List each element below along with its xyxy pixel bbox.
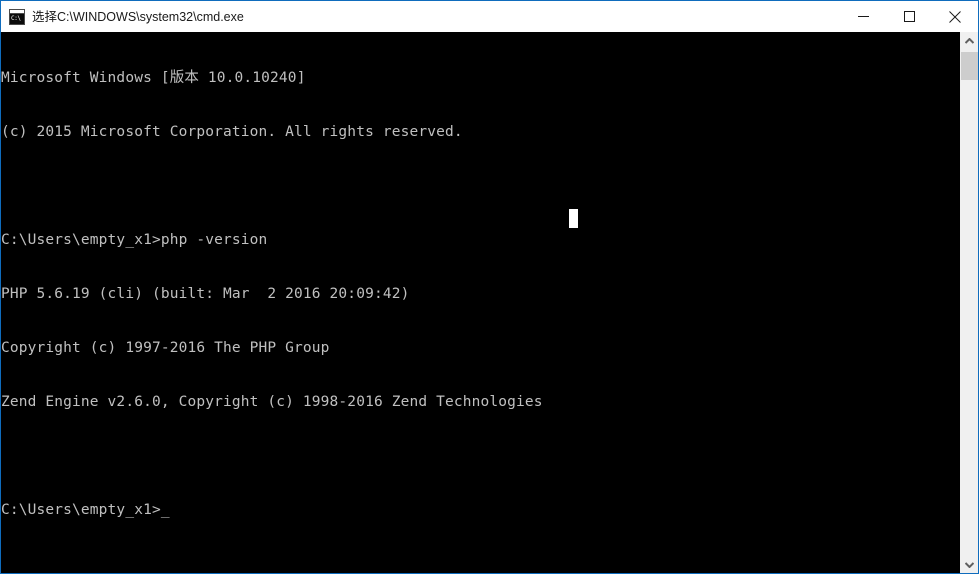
console-prompt-line: C:\Users\empty_x1>_ bbox=[1, 502, 170, 518]
scroll-down-button[interactable] bbox=[961, 556, 978, 573]
minimize-button[interactable] bbox=[840, 1, 886, 32]
console-scrollbar[interactable] bbox=[960, 32, 978, 573]
console-output[interactable]: Microsoft Windows [版本 10.0.10240] (c) 20… bbox=[1, 32, 960, 573]
cmd-exe-icon: C:\ bbox=[9, 8, 25, 25]
window-title: 选择C:\WINDOWS\system32\cmd.exe bbox=[32, 9, 244, 24]
console-line-command: C:\Users\empty_x1>php -version bbox=[1, 232, 268, 248]
scrollbar-track[interactable] bbox=[961, 49, 978, 556]
scrollbar-thumb[interactable] bbox=[961, 52, 978, 80]
close-icon bbox=[949, 10, 961, 23]
maximize-button[interactable] bbox=[886, 1, 932, 32]
chevron-down-icon bbox=[965, 561, 974, 568]
console-line: (c) 2015 Microsoft Corporation. All righ… bbox=[1, 124, 463, 140]
console-text: Microsoft Windows [版本 10.0.10240] (c) 20… bbox=[1, 33, 960, 555]
scroll-up-button[interactable] bbox=[961, 32, 978, 49]
chevron-up-icon bbox=[965, 37, 974, 44]
title-bar[interactable]: C:\ 选择C:\WINDOWS\system32\cmd.exe bbox=[1, 1, 978, 32]
console-line: Copyright (c) 1997-2016 The PHP Group bbox=[1, 340, 330, 356]
console-block-cursor bbox=[569, 209, 578, 228]
minimize-icon bbox=[857, 16, 869, 17]
window-controls bbox=[840, 1, 978, 32]
cmd-icon-prompt: C:\ bbox=[10, 13, 24, 24]
console-line: PHP 5.6.19 (cli) (built: Mar 2 2016 20:0… bbox=[1, 286, 410, 302]
cmd-window: C:\ 选择C:\WINDOWS\system32\cmd.exe Micros… bbox=[0, 0, 979, 574]
maximize-icon bbox=[903, 11, 915, 22]
close-button[interactable] bbox=[932, 1, 978, 32]
console-line: Zend Engine v2.6.0, Copyright (c) 1998-2… bbox=[1, 394, 543, 410]
console-area: Microsoft Windows [版本 10.0.10240] (c) 20… bbox=[1, 32, 978, 573]
title-bar-left: C:\ 选择C:\WINDOWS\system32\cmd.exe bbox=[1, 8, 840, 25]
console-line: Microsoft Windows [版本 10.0.10240] bbox=[1, 70, 306, 86]
